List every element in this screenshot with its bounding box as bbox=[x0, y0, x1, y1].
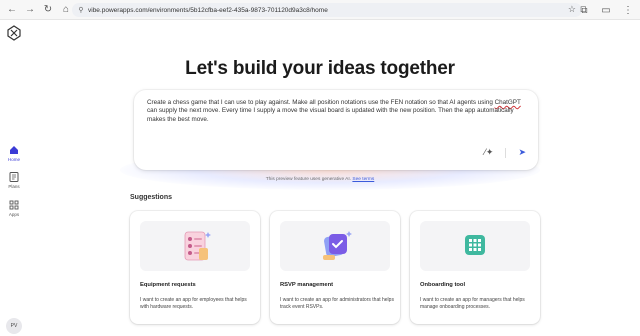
refresh-icon[interactable]: ↻ bbox=[40, 2, 56, 18]
prompt-spell-word: ChatGPT bbox=[494, 99, 521, 106]
divider bbox=[505, 147, 507, 158]
back-icon[interactable]: ← bbox=[4, 2, 20, 18]
prompt-text[interactable]: Create a chess game that I can use to pl… bbox=[147, 99, 525, 124]
forward-icon[interactable]: → bbox=[22, 2, 38, 18]
card-title: RSVP management bbox=[280, 282, 334, 288]
ai-disclaimer: This preview feature uses generative AI.… bbox=[0, 177, 640, 182]
bookmark-star-icon[interactable]: ☆ bbox=[568, 4, 576, 15]
card-illustration bbox=[280, 221, 390, 271]
apps-icon bbox=[9, 200, 19, 210]
suggestion-card-rsvp[interactable]: RSVP management I want to create an app … bbox=[270, 211, 400, 324]
suggestion-card-equipment[interactable]: Equipment requests I want to create an a… bbox=[130, 211, 260, 324]
rsvp-check-icon bbox=[323, 231, 352, 260]
card-description: I want to create an app for employees th… bbox=[140, 297, 247, 310]
card-illustration bbox=[140, 221, 250, 271]
nav-apps[interactable]: Apps bbox=[0, 199, 28, 217]
url-text: vibe.powerapps.com/environments/5b12cfba… bbox=[88, 6, 328, 14]
prompt-text-end: can supply the next move. Every time I s… bbox=[147, 107, 514, 123]
nav-home-label: Home bbox=[7, 157, 20, 162]
site-info-icon[interactable]: ⚲ bbox=[76, 6, 86, 14]
app-logo-icon[interactable] bbox=[6, 25, 22, 41]
avatar[interactable]: PV bbox=[6, 318, 22, 334]
card-illustration bbox=[420, 221, 530, 271]
card-title: Equipment requests bbox=[140, 282, 196, 288]
home-icon bbox=[10, 146, 18, 154]
send-icon[interactable]: ➤ bbox=[518, 147, 526, 158]
suggestions-heading: Suggestions bbox=[130, 194, 173, 201]
suggestion-card-onboarding[interactable]: Onboarding tool I want to create an app … bbox=[410, 211, 540, 324]
card-title: Onboarding tool bbox=[420, 282, 466, 288]
nav-home[interactable]: Home bbox=[0, 144, 28, 162]
browser-toolbar: ← → ↻ ⌂ ⚲ vibe.powerapps.com/environment… bbox=[0, 0, 640, 20]
enhance-prompt-icon[interactable]: ⁄✦ bbox=[484, 147, 493, 158]
onboarding-grid-icon bbox=[465, 235, 485, 255]
checklist-icon bbox=[184, 231, 211, 261]
see-terms-link[interactable]: See terms bbox=[352, 177, 374, 182]
page-title: Let's build your ideas together bbox=[185, 58, 455, 79]
menu-icon[interactable]: ⋮ bbox=[620, 2, 636, 18]
card-description: I want to create an app for administrato… bbox=[280, 297, 394, 310]
card-description: I want to create an app for managers tha… bbox=[420, 297, 525, 310]
address-bar[interactable]: ⚲ vibe.powerapps.com/environments/5b12cf… bbox=[72, 3, 582, 17]
nav-apps-label: Apps bbox=[8, 212, 20, 217]
nav-plans-label: Plans bbox=[8, 184, 20, 189]
sidebar-icon[interactable]: ▭ bbox=[598, 2, 614, 18]
prompt-text-start: Create a chess game that I can use to pl… bbox=[147, 99, 495, 106]
extensions-icon[interactable]: ⧉ bbox=[576, 2, 592, 18]
disclaimer-text: This preview feature uses generative AI. bbox=[265, 177, 352, 182]
prompt-input[interactable]: Create a chess game that I can use to pl… bbox=[134, 90, 538, 170]
